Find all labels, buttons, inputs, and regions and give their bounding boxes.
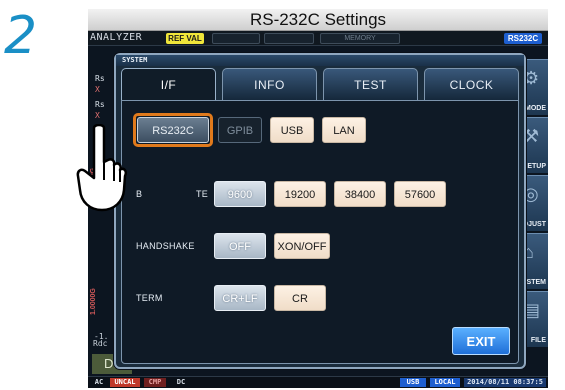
interface-indicator: RS232C [504,33,542,44]
graph-mark: Rs [95,74,105,83]
if-settings-panel: RS232C GPIB USB LAN B TE 9600 19200 3840… [121,100,519,364]
status-slot [264,33,314,44]
baud-57600-button[interactable]: 57600 [394,181,446,207]
memory-indicator[interactable]: MEMORY [320,33,400,44]
dc-indicator: DC [176,378,186,386]
term-cr-button[interactable]: CR [274,285,326,311]
usb-indicator: USB [400,378,426,387]
instrument-screen: ANALYZER REF VAL MEMORY RS232C Rs X Rs X… [88,31,548,388]
mode-label: ANALYZER [90,32,143,43]
graph-mark: X [95,85,100,94]
cmp-indicator: CMP [144,378,166,387]
tab-test[interactable]: TEST [323,68,418,100]
sidebar-item-label: SETUP [522,163,546,170]
graph-mark: X [95,111,100,120]
dialog-tabs: I/F INFO TEST CLOCK [121,68,519,100]
left-axis-lower-label: 1.0000G [90,288,97,315]
baud-9600-button[interactable]: 9600 [214,181,266,207]
bottom-status-bar: AC UNCAL CMP DC USB LOCAL 2014/08/11 08:… [88,376,548,388]
gpib-button[interactable]: GPIB [218,117,262,143]
exit-button[interactable]: EXIT [452,327,510,355]
status-slot [212,33,260,44]
tab-info[interactable]: INFO [222,68,317,100]
baud-19200-button[interactable]: 19200 [274,181,326,207]
step-number: 2 [4,6,38,66]
system-dialog: SYSTEM I/F INFO TEST CLOCK RS232C GPIB U… [114,53,526,369]
tab-if[interactable]: I/F [121,68,216,100]
handshake-label: HANDSHAKE [136,241,195,251]
datetime-display: 2014/08/11 08:37:5 [464,378,546,387]
lan-button[interactable]: LAN [322,117,366,143]
dialog-title: SYSTEM [116,55,524,66]
ref-val-badge[interactable]: REF VAL [166,33,204,44]
baud-38400-button[interactable]: 38400 [334,181,386,207]
baud-rate-label-left: B [136,189,143,199]
local-indicator: LOCAL [430,378,460,387]
usb-button[interactable]: USB [270,117,314,143]
rs232c-button[interactable]: RS232C [137,117,209,143]
top-status-bar: ANALYZER REF VAL MEMORY RS232C [88,31,548,46]
baud-rate-label-right: TE [196,189,209,199]
tab-clock[interactable]: CLOCK [424,68,519,100]
term-crlf-button[interactable]: CR+LF [214,285,266,311]
uncal-indicator: UNCAL [110,378,140,387]
sidebar-item-label: MODE [525,105,546,112]
pointing-hand-icon [76,124,128,212]
handshake-off-button[interactable]: OFF [214,233,266,259]
page-title: RS-232C Settings [88,9,548,31]
sidebar-item-label: FILE [530,337,546,344]
ac-indicator: AC [94,378,104,386]
graph-mark: Rs [95,100,105,109]
term-label: TERM [136,293,163,303]
rdc-label: Rdc [93,339,108,348]
handshake-xon-off-button[interactable]: XON/OFF [274,233,330,259]
